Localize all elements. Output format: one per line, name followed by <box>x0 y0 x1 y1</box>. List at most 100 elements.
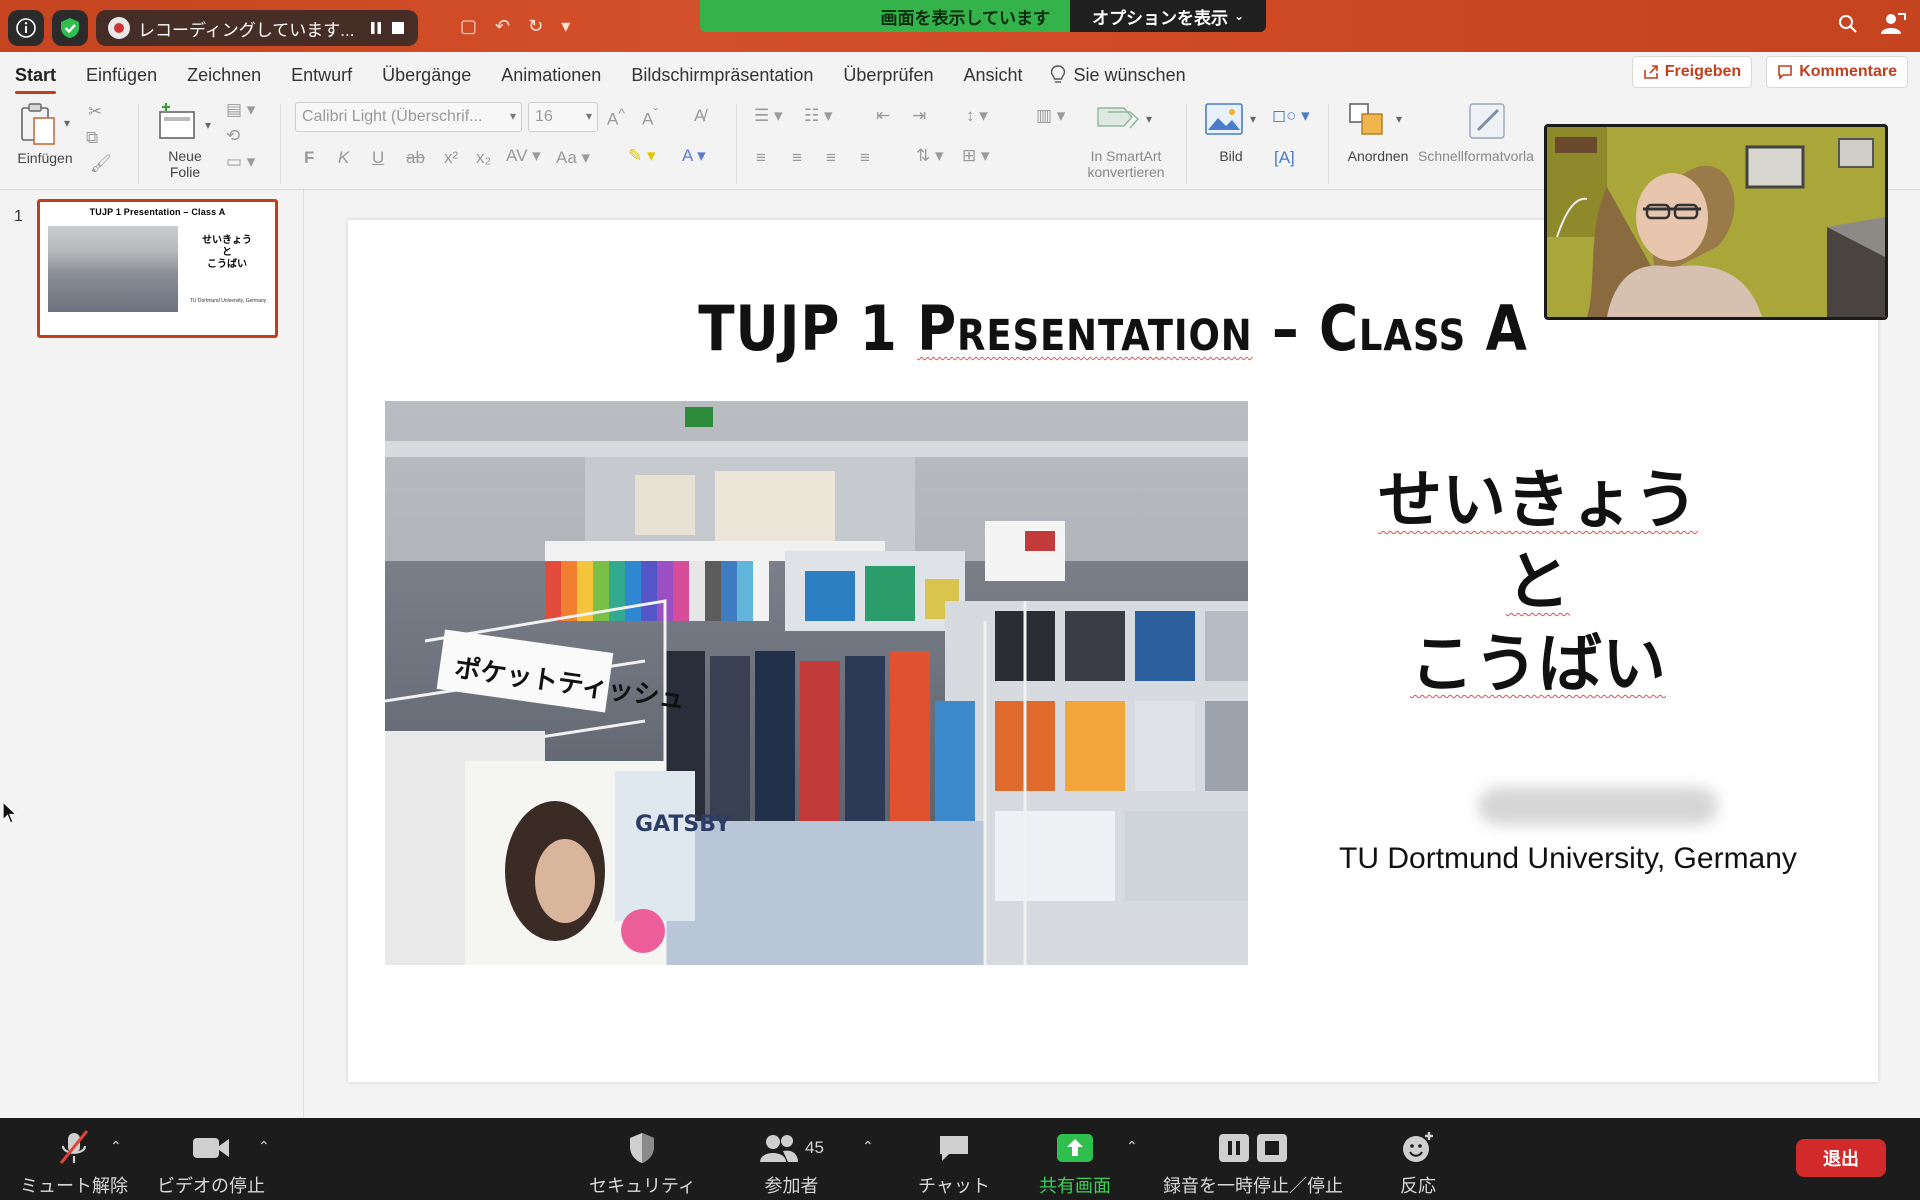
leave-meeting-button[interactable]: 退出 <box>1796 1139 1886 1177</box>
bullets-icon[interactable]: ☰ ▾ <box>754 106 783 126</box>
participants-button[interactable]: 45 参加者 <box>759 1128 824 1198</box>
stop-icon[interactable] <box>390 20 406 36</box>
stop-video-button[interactable]: ビデオの停止 <box>157 1128 265 1198</box>
clear-formatting-icon[interactable]: A̸ <box>694 106 705 126</box>
font-size-dropdown[interactable]: 16 ▾ <box>528 102 598 132</box>
paste-dropdown-icon[interactable]: ▾ <box>64 116 70 130</box>
font-color-icon[interactable]: A ▾ <box>682 146 706 166</box>
comments-button[interactable]: Kommentare <box>1766 56 1908 88</box>
chat-button[interactable]: チャット <box>918 1128 990 1198</box>
picture-icon[interactable] <box>1204 102 1244 136</box>
new-slide-dropdown-icon[interactable]: ▾ <box>205 118 211 132</box>
audio-options-chevron-icon[interactable]: ⌃ <box>110 1138 122 1155</box>
increase-font-icon[interactable]: A^ <box>607 106 625 130</box>
encryption-button[interactable] <box>52 10 88 46</box>
tab-animations[interactable]: Animationen <box>486 52 616 98</box>
paste-icon[interactable] <box>18 102 58 146</box>
highlight-icon[interactable]: ✎ ▾ <box>628 146 656 166</box>
slide-jp-text[interactable]: せいきょう と こうばい <box>1308 460 1768 706</box>
webcam-illustration <box>1547 127 1885 317</box>
arrange-dropdown-icon[interactable]: ▾ <box>1396 112 1402 126</box>
italic-icon[interactable]: K <box>338 148 349 168</box>
info-icon <box>16 18 36 38</box>
share-screen-button[interactable]: 共有画面 <box>1039 1128 1111 1198</box>
view-options-button[interactable]: オプションを表示 ⌄ <box>1070 0 1266 32</box>
slide-canvas[interactable]: TUJP 1 Presentation – Class A ポケットティッシュ … <box>348 220 1878 1082</box>
cut-icon[interactable]: ✂ <box>88 102 102 122</box>
columns-icon[interactable]: ▥ ▾ <box>1036 106 1065 126</box>
redo-icon[interactable]: ↻ <box>528 16 543 37</box>
textbox-icon[interactable]: [A] <box>1274 148 1295 168</box>
justify-icon[interactable]: ≡ <box>860 148 870 168</box>
blurred-name <box>1478 787 1718 825</box>
line-spacing-icon[interactable]: ↕ ▾ <box>966 106 988 126</box>
search-icon[interactable] <box>1838 14 1858 34</box>
account-icon[interactable] <box>1880 12 1906 36</box>
underline-icon[interactable]: U <box>372 148 384 168</box>
bold-icon[interactable]: F <box>304 148 314 168</box>
undo-icon[interactable]: ↶ <box>495 16 510 37</box>
format-painter-icon[interactable]: 🖌 <box>90 154 112 174</box>
smartart-dropdown-icon[interactable]: ▾ <box>1146 112 1152 126</box>
change-case-icon[interactable]: Aa ▾ <box>556 148 590 168</box>
font-name-dropdown[interactable]: Calibri Light (Überschrif... ▾ <box>295 102 522 132</box>
pause-icon[interactable] <box>368 20 384 36</box>
microphone-muted-icon <box>59 1130 89 1164</box>
tab-slideshow[interactable]: Bildschirmpräsentation <box>616 52 828 98</box>
text-direction-icon[interactable]: ⇅ ▾ <box>916 146 944 166</box>
tab-draw[interactable]: Zeichnen <box>172 52 276 98</box>
subscript-icon[interactable]: x₂ <box>476 148 491 168</box>
share-button[interactable]: Freigeben <box>1631 56 1753 88</box>
customize-icon[interactable]: ▾ <box>561 16 570 37</box>
tab-design[interactable]: Entwurf <box>276 52 367 98</box>
slide-university[interactable]: TU Dortmund University, Germany <box>1248 842 1888 876</box>
decrease-font-icon[interactable]: Aˇ <box>642 106 658 130</box>
reactions-label: 反応 <box>1400 1176 1436 1196</box>
tab-insert[interactable]: Einfügen <box>71 52 172 98</box>
tab-start[interactable]: Start <box>0 52 71 98</box>
arrange-icon[interactable] <box>1348 102 1388 138</box>
tab-label: Einfügen <box>86 64 158 85</box>
align-left-icon[interactable]: ≡ <box>756 148 766 168</box>
store-photo[interactable]: ポケットティッシュ GATSBY <box>385 401 1248 965</box>
new-slide-icon[interactable] <box>156 102 198 142</box>
pause-stop-recording-button[interactable]: 録音を一時停止／停止 <box>1163 1128 1343 1198</box>
align-center-icon[interactable]: ≡ <box>792 148 802 168</box>
copy-icon[interactable]: ⧉ <box>86 128 98 148</box>
info-button[interactable] <box>8 10 44 46</box>
picture-dropdown-icon[interactable]: ▾ <box>1250 112 1256 126</box>
save-icon[interactable]: ▢ <box>460 16 477 37</box>
layout-icon[interactable]: ▤ ▾ <box>226 100 255 120</box>
align-text-icon[interactable]: ⊞ ▾ <box>962 146 990 166</box>
security-button[interactable]: セキュリティ <box>589 1128 696 1198</box>
tab-transitions[interactable]: Übergänge <box>367 52 486 98</box>
numbering-icon[interactable]: ☷ ▾ <box>804 106 833 126</box>
strikethrough-icon[interactable]: ab <box>406 148 425 168</box>
participant-video[interactable] <box>1544 124 1888 320</box>
superscript-icon[interactable]: x² <box>444 148 458 168</box>
reset-slide-icon[interactable]: ⟲ <box>226 126 240 146</box>
tell-me-search[interactable]: Sie wünschen <box>1038 65 1186 86</box>
chevron-down-icon: ▾ <box>509 109 516 123</box>
stop-video-label: ビデオの停止 <box>157 1176 265 1196</box>
align-right-icon[interactable]: ≡ <box>826 148 836 168</box>
quick-styles-label: Schnellformatvorla <box>1418 148 1534 164</box>
title-bar-right <box>1838 12 1906 36</box>
shapes-icon[interactable]: ◻○ ▾ <box>1272 106 1310 126</box>
slide-thumbnail[interactable]: TUJP 1 Presentation – Class A せいきょう と こう… <box>37 199 278 338</box>
quick-styles-icon[interactable] <box>1468 100 1510 140</box>
share-icon <box>1643 65 1658 79</box>
character-spacing-icon[interactable]: AV ▾ <box>506 146 541 166</box>
share-options-chevron-icon[interactable]: ⌃ <box>1126 1138 1138 1155</box>
decrease-indent-icon[interactable]: ⇤ <box>876 106 890 126</box>
paste-label: Einfügen <box>17 150 73 166</box>
increase-indent-icon[interactable]: ⇥ <box>912 106 926 126</box>
participants-chevron-icon[interactable]: ⌃ <box>862 1138 874 1155</box>
section-icon[interactable]: ▭ ▾ <box>226 152 255 172</box>
smartart-icon[interactable] <box>1094 102 1144 132</box>
emoji-reaction-icon <box>1403 1132 1433 1162</box>
reactions-button[interactable]: 反応 <box>1400 1128 1436 1198</box>
tab-view[interactable]: Ansicht <box>948 52 1037 98</box>
tab-review[interactable]: Überprüfen <box>828 52 948 98</box>
video-options-chevron-icon[interactable]: ⌃ <box>258 1138 270 1155</box>
